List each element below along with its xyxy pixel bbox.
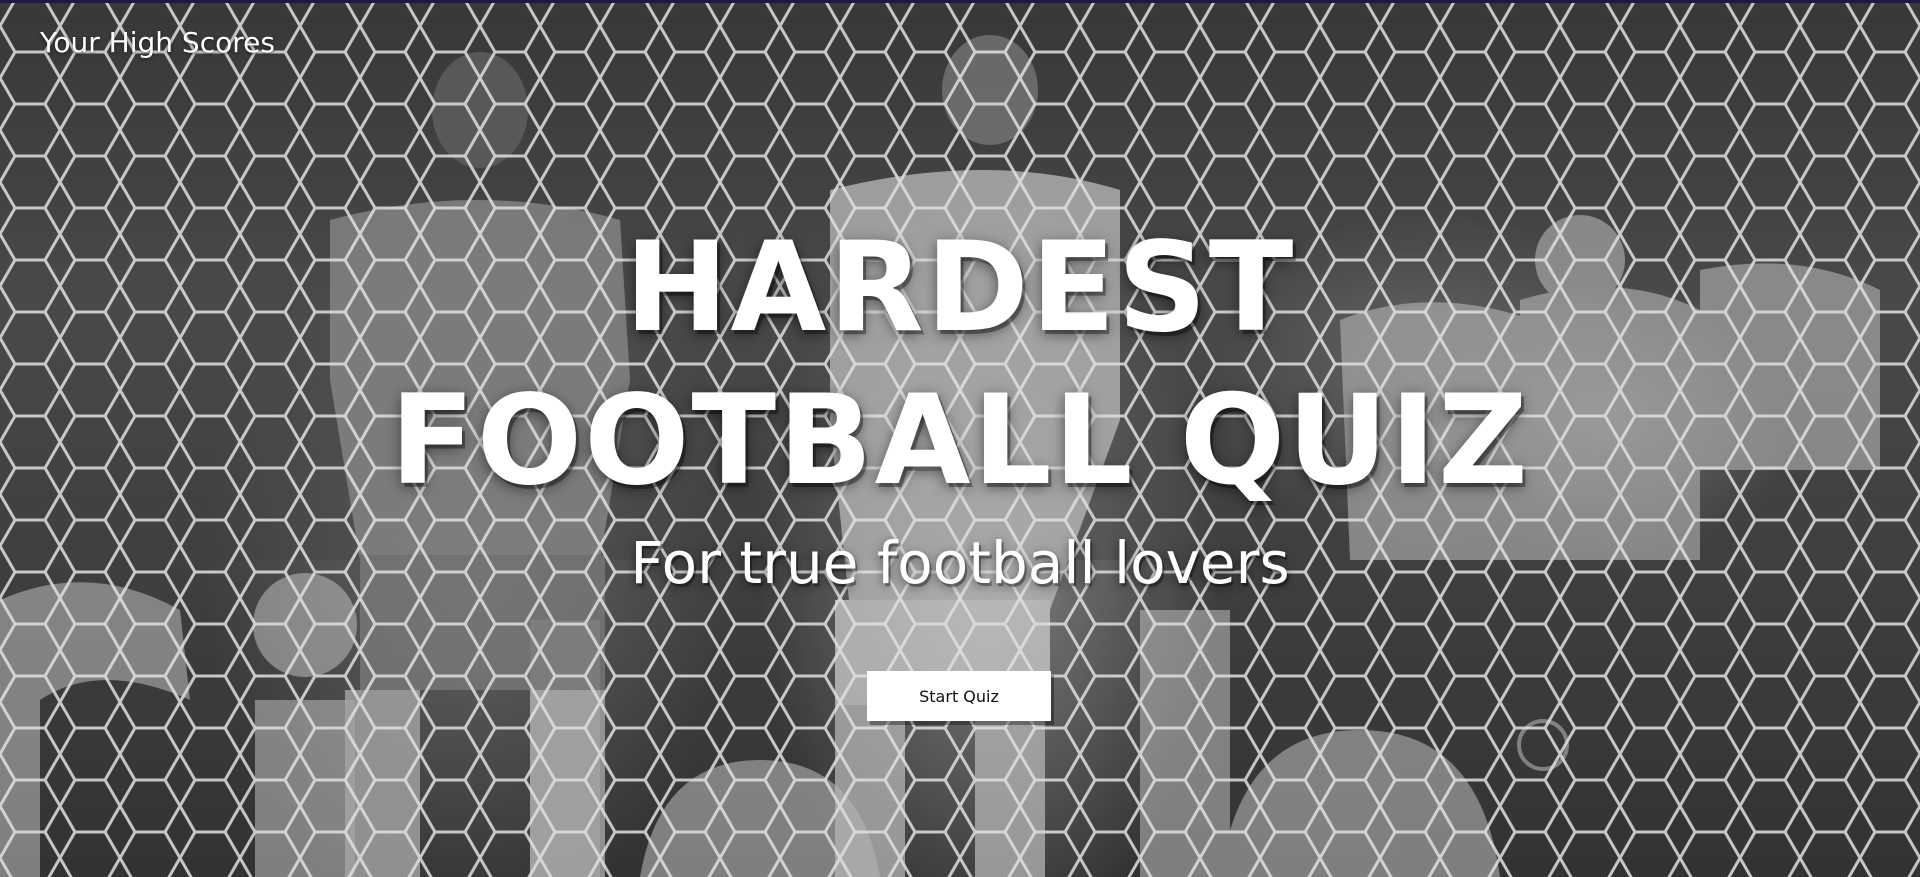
- top-accent-strip: [0, 0, 1920, 3]
- high-scores-link[interactable]: Your High Scores: [40, 26, 275, 59]
- title-line-1: HARDEST: [624, 216, 1296, 360]
- title-line-2: FOOTBALL QUIZ: [390, 369, 1530, 513]
- start-quiz-button[interactable]: Start Quiz: [867, 671, 1051, 721]
- hero-title-block: HARDEST FOOTBALL QUIZ For true football …: [0, 212, 1920, 598]
- page-subtitle: For true football lovers: [630, 529, 1290, 597]
- page-title: HARDEST FOOTBALL QUIZ: [0, 212, 1920, 518]
